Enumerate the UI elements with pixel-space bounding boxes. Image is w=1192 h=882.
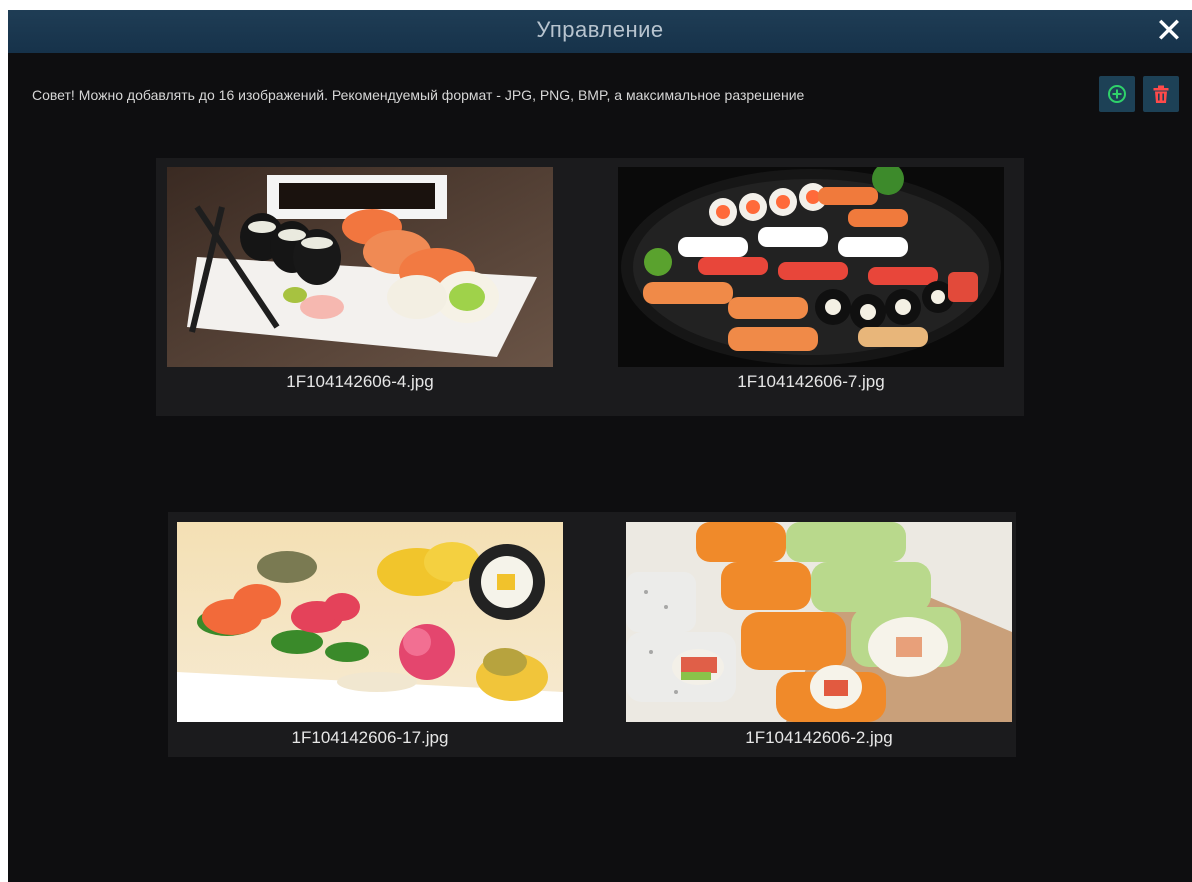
image-filename: 1F104142606-17.jpg [291, 728, 449, 747]
title-bar: Управление ✕ [8, 10, 1192, 53]
image-filename: 1F104142606-4.jpg [286, 372, 434, 391]
image-filename: 1F104142606-7.jpg [737, 372, 885, 391]
tip-text: Совет! Можно добавлять до 16 изображений… [32, 87, 805, 103]
image-row-1: 1F104142606-4.jpg 1F104142606-7.jpg [156, 158, 1024, 416]
image-filename: 1F104142606-2.jpg [745, 728, 893, 747]
image-thumbnail [626, 522, 1012, 722]
image-row-2: 1F104142606-17.jpg 1F104142606-2.jpg [168, 512, 1016, 757]
image-thumbnail [618, 167, 1004, 367]
image-thumbnail [177, 522, 563, 722]
close-icon[interactable]: ✕ [1150, 12, 1188, 50]
dialog-title: Управление [536, 17, 664, 42]
trash-icon [1153, 85, 1169, 103]
management-dialog: Управление ✕ Совет! Можно добавлять до 1… [8, 10, 1192, 882]
image-thumbnail [167, 167, 553, 367]
add-circle-icon [1108, 85, 1126, 103]
add-image-button[interactable] [1099, 76, 1135, 112]
delete-image-button[interactable] [1143, 76, 1179, 112]
